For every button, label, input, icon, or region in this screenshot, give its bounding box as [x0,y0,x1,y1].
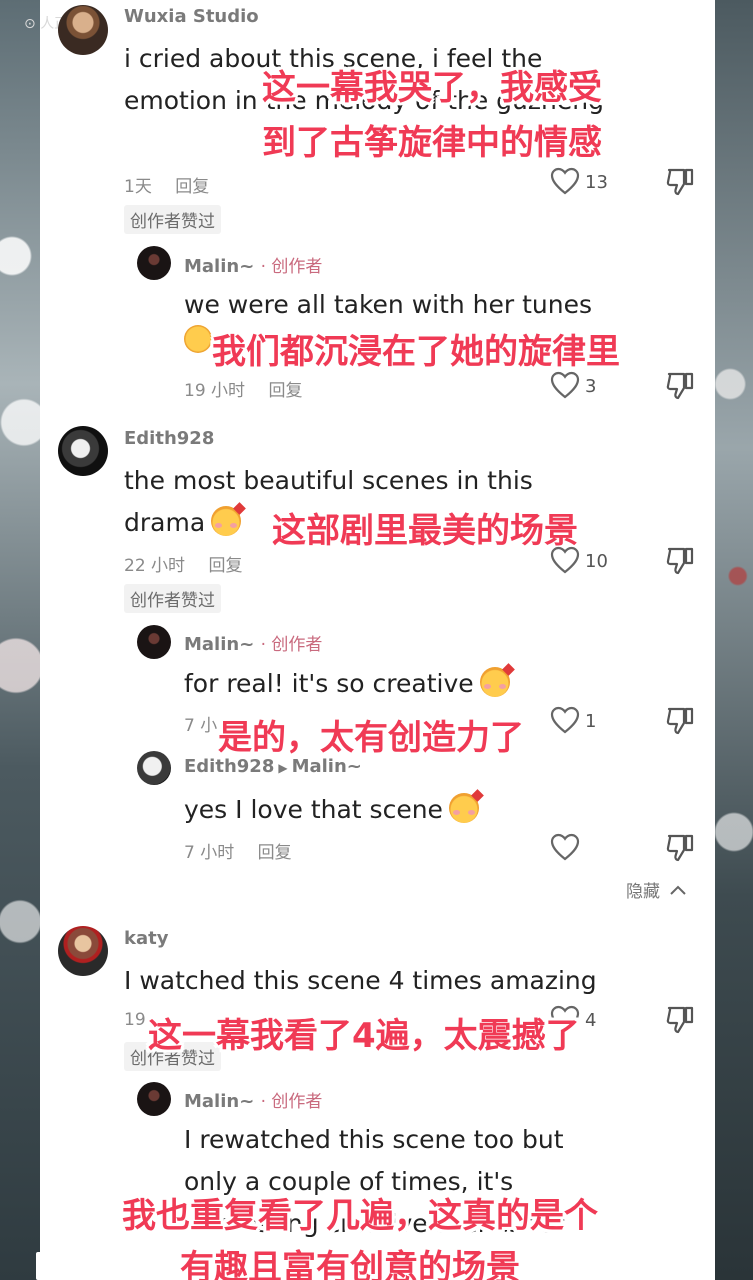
dislike-icon[interactable] [666,1005,694,1035]
comment-time: 7 小时 [184,843,235,863]
bilibili-watermark: bilibili [609,18,693,46]
comment-time: 19 [124,1010,146,1030]
avatar[interactable] [137,625,171,659]
avatar[interactable] [58,5,108,55]
comment-time: 1天 [124,177,152,197]
like-heart-icon[interactable] [550,371,580,399]
hide-replies-label: 隐藏 [626,882,660,902]
smiling-hearts-emoji-icon [448,789,484,823]
comment-time: 19 小时 [184,381,246,401]
comment-text-line: drama [124,508,206,537]
creator-liked-badge: 创作者赞过 [124,584,221,613]
background-right-strip [715,0,753,1280]
comment-text: the most beautiful scenes in this [124,466,533,495]
reply-to-name: Malin~ [291,756,362,777]
subtitle-overlay: 是的，太有创造力了 [218,718,524,758]
avatar[interactable] [137,246,171,280]
comment-time: 22 小时 [124,556,186,576]
comment-text-line: for real! it's so creative [184,669,474,698]
dislike-icon[interactable] [666,546,694,576]
comment-text: I watched this scene 4 times amazing [124,966,597,995]
like-heart-icon[interactable] [550,833,580,861]
avatar[interactable] [137,751,171,785]
comment-second-line [184,325,214,353]
pleading-emoji-icon [184,325,212,353]
smiling-hearts-emoji-icon [211,502,247,536]
comment-meta: 7 小时 回复 [184,838,310,863]
dislike-icon[interactable] [666,706,694,736]
reply-button[interactable]: 回复 [258,843,292,863]
smiling-hearts-emoji-icon [479,663,515,697]
subtitle-overlay: 这一幕我哭了，我感受 [262,68,602,108]
chevron-up-icon [670,885,687,895]
like-heart-icon[interactable] [550,546,580,574]
comment-author[interactable]: Malin~ · 创作者 [184,630,322,655]
reply-button[interactable]: 回复 [208,556,242,576]
comment-author[interactable]: Edith928 ▶ Malin~ [184,756,362,777]
comment-author[interactable]: Malin~ · 创作者 [184,252,322,277]
creator-liked-badge: 创作者赞过 [124,205,221,234]
dislike-icon[interactable] [666,833,694,863]
comment-text-line: yes I love that scene [184,795,443,824]
subtitle-overlay: 这一幕我看了4遍，太震撼了 [148,1016,580,1056]
comment-meta: 22 小时 回复 [124,551,260,576]
like-heart-icon[interactable] [550,167,580,195]
comment-author[interactable]: Edith928 [124,428,214,449]
subtitle-overlay: 我也重复看了几遍，这真的是个 [122,1196,598,1236]
reply-button[interactable]: 回复 [175,177,209,197]
viewers-icon: ⊙ [24,16,36,32]
pause-icon-right-bar[interactable] [58,1252,64,1280]
subtitle-overlay: 到了古筝旋律中的情感 [262,123,602,163]
pause-icon-left-bar[interactable] [36,1252,42,1280]
dislike-icon[interactable] [666,167,694,197]
dislike-icon[interactable] [666,371,694,401]
comment-meta: 1天 回复 [124,172,227,197]
comment-meta: 19 小时 回复 [184,376,320,401]
playback-timer: 00:18 [95,1262,147,1280]
creator-tag: · 创作者 [260,257,323,277]
comment-text: for real! it's so creative [184,663,515,705]
avatar[interactable] [58,926,108,976]
comment-author[interactable]: katy [124,928,168,949]
comment-text: I rewatched this scene too but [184,1125,564,1154]
author-name: Edith928 [184,756,275,777]
comment-text: we were all taken with her tunes [184,290,593,319]
comment-text: drama [124,502,247,544]
like-count: 10 [585,551,608,572]
subtitle-overlay: 有趣且富有创意的场景 [180,1248,520,1280]
like-heart-icon[interactable] [550,706,580,734]
reply-button[interactable]: 回复 [268,381,302,401]
comment-text: yes I love that scene [184,789,484,831]
background-left-strip [0,0,40,1280]
comment-author[interactable]: Malin~ · 创作者 [184,1087,322,1112]
author-name: Malin~ [184,634,255,655]
like-count: 1 [585,711,597,732]
like-count: 3 [585,376,597,397]
comment-time: 7 小 [184,716,218,736]
reply-arrow-icon: ▶ [278,761,288,775]
creator-tag: · 创作者 [260,1092,323,1112]
subtitle-overlay: 这部剧里最美的场景 [272,511,578,551]
avatar[interactable] [58,426,108,476]
like-count: 4 [585,1010,597,1031]
comment-author[interactable]: Wuxia Studio [124,6,259,27]
creator-tag: · 创作者 [260,635,323,655]
author-name: Malin~ [184,1091,255,1112]
subtitle-overlay: 我们都沉浸在了她的旋律里 [212,332,620,372]
hide-replies-button[interactable]: 隐藏 [626,877,687,902]
avatar[interactable] [137,1082,171,1116]
like-count: 13 [585,172,608,193]
author-name: Malin~ [184,256,255,277]
